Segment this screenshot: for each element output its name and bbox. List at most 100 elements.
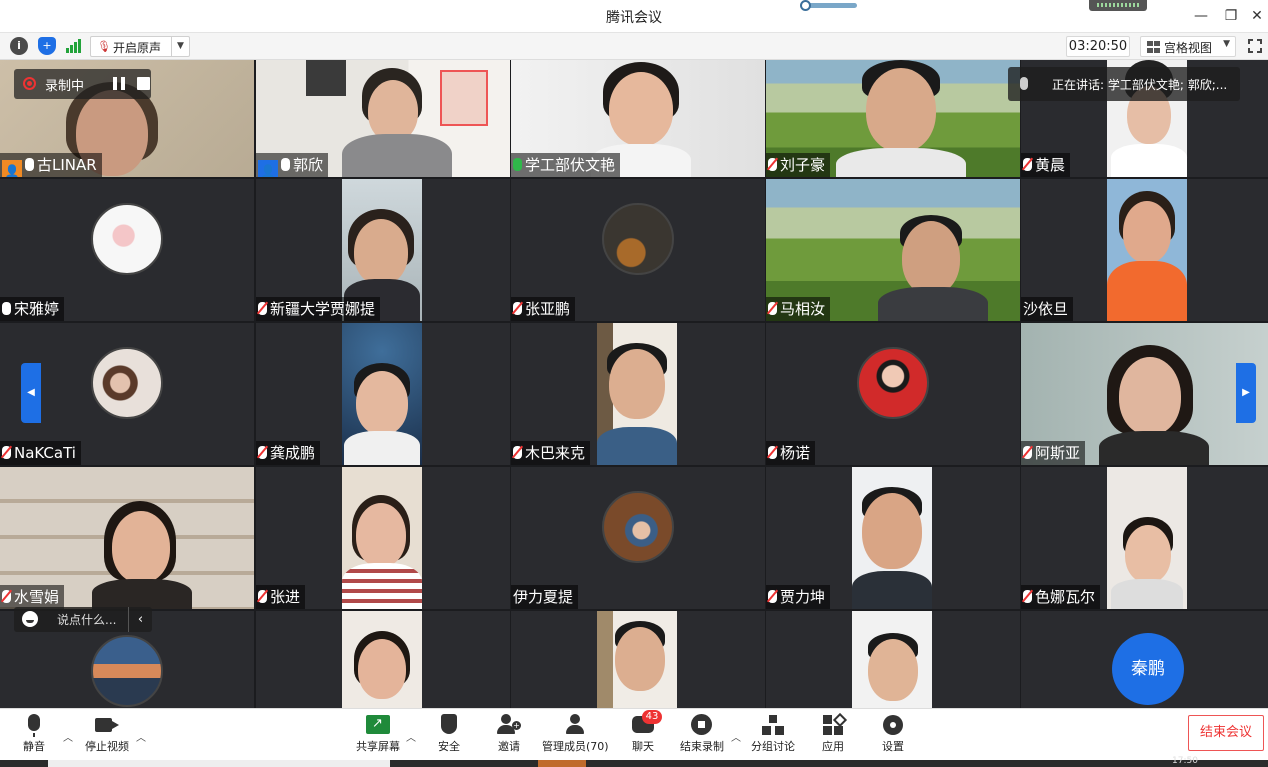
video-tile[interactable]: 龚成鹏 [256, 323, 510, 465]
volume-slider-knob[interactable] [800, 0, 811, 11]
apps-icon [823, 715, 843, 735]
video-tile[interactable]: 马相汝 [766, 179, 1020, 321]
apps-button[interactable]: 应用 [818, 713, 848, 759]
video-tile[interactable]: 刘子豪 [766, 60, 1020, 177]
mic-muted-icon [513, 446, 522, 459]
chevron-up-icon[interactable]: ︿ [136, 729, 146, 744]
end-recording-button[interactable]: 结束录制 [678, 713, 726, 759]
video-tile[interactable]: 张进 [256, 467, 510, 609]
video-tile[interactable]: 新疆大学贾娜提 [256, 179, 510, 321]
original-sound-button[interactable]: 🎙 开启原声 ▼ [90, 36, 190, 57]
mic-muted-icon: 🎙 [97, 40, 111, 53]
previous-page-button[interactable]: ◀ [21, 363, 41, 423]
mic-muted-icon [2, 590, 11, 603]
participant-avatar [91, 635, 163, 707]
stop-video-button[interactable]: 停止视频 [82, 713, 132, 759]
view-mode-label: 宫格视图 [1164, 41, 1213, 55]
stop-icon[interactable] [137, 77, 150, 90]
participant-name-label: 学工部伏文艳 [511, 153, 621, 177]
mic-muted-icon [513, 302, 522, 315]
participant-name-label: 阿斯亚 [1021, 441, 1086, 465]
breakout-rooms-button[interactable]: 分组讨论 [750, 713, 796, 759]
collapse-chevron-icon[interactable]: ‹ [128, 607, 152, 632]
mic-icon [25, 158, 34, 171]
close-icon[interactable]: ✕ [1246, 6, 1268, 26]
participant-avatar [91, 347, 163, 419]
share-screen-button[interactable]: 共享屏幕 [354, 713, 402, 759]
meeting-info-bar: i + 🎙 开启原声 ▼ 03:20:50 宫格视图 ▼ [0, 33, 1268, 60]
security-shield-icon [441, 714, 457, 734]
mic-icon [281, 158, 290, 171]
participant-name-label: 杨诺 [766, 441, 816, 465]
video-tile[interactable]: 阿斯亚 [1021, 323, 1268, 465]
participant-initials-avatar[interactable]: 秦鹏 [1112, 633, 1184, 705]
video-tile[interactable]: 水雪娟 [0, 467, 254, 609]
participant-name-label: 木巴来克 [511, 441, 591, 465]
title-bar: 腾讯会议 — ❐ ✕ [0, 0, 1268, 33]
participant-name-label: 龚成鹏 [256, 441, 321, 465]
original-sound-label: 开启原声 [113, 41, 162, 55]
shield-icon[interactable]: + [38, 37, 56, 55]
video-tile[interactable]: 色娜瓦尔 [1021, 467, 1268, 609]
video-tile[interactable]: 伊力夏提 [511, 467, 765, 609]
video-tile[interactable] [511, 611, 765, 708]
pause-icon[interactable] [113, 77, 125, 90]
chevron-down-icon[interactable]: ▼ [171, 37, 189, 56]
minimize-icon[interactable]: — [1190, 6, 1212, 26]
end-meeting-button[interactable]: 结束会议 [1188, 715, 1264, 751]
recording-label: 录制中 [45, 79, 85, 94]
chevron-up-icon[interactable]: ︿ [406, 729, 416, 744]
fullscreen-icon[interactable] [1248, 39, 1262, 53]
invite-person-icon [497, 714, 515, 734]
participant-name-label: NaKCaTi [0, 441, 81, 465]
participant-avatar [857, 347, 929, 419]
participant-name-label: 宋雅婷 [0, 297, 65, 321]
participant-name-label: 刘子豪 [766, 153, 831, 177]
video-tile[interactable]: 沙依旦 [1021, 179, 1268, 321]
participant-name-label: 色娜瓦尔 [1021, 585, 1101, 609]
mic-muted-icon [1023, 590, 1032, 603]
mic-muted-icon [768, 590, 777, 603]
participant-name-label: 黄晨 [1021, 153, 1071, 177]
share-screen-icon [366, 715, 390, 734]
manage-members-button[interactable]: 管理成员(70) [542, 713, 609, 759]
chat-input-placeholder[interactable]: 说点什么... [57, 611, 116, 628]
video-tile[interactable] [766, 611, 1020, 708]
video-grid: 👤 古LINAR 👤 郭欣 学工部伏文艳 刘子豪 黄晨 宋雅婷 新疆大学贾娜提 … [0, 60, 1268, 708]
active-speaker-banner: 正在讲话: 学工部伏文艳; 郭欣;... [1008, 67, 1240, 101]
participant-name-label: 张进 [256, 585, 306, 609]
chevron-up-icon[interactable]: ︿ [731, 729, 741, 744]
restore-icon[interactable]: ❐ [1220, 6, 1242, 26]
video-tile[interactable] [256, 611, 510, 708]
settings-button[interactable]: 设置 [878, 713, 908, 759]
chevron-up-icon[interactable]: ︿ [63, 729, 73, 744]
video-tile[interactable]: 杨诺 [766, 323, 1020, 465]
mic-muted-icon [258, 302, 267, 315]
participant-name-label: 👤 古LINAR [0, 153, 102, 177]
taskbar-clock: 17:50 [1172, 756, 1198, 766]
video-tile-active-speaker[interactable]: 学工部伏文艳 [511, 60, 765, 177]
mute-button[interactable]: 静音 [14, 713, 54, 759]
invite-button[interactable]: + 邀请 [492, 713, 526, 759]
camera-icon [95, 718, 119, 732]
meeting-timer: 03:20:50 [1066, 36, 1130, 57]
next-page-button[interactable]: ▶ [1236, 363, 1256, 423]
video-tile[interactable]: 👤 郭欣 [256, 60, 510, 177]
video-tile[interactable]: 木巴来克 [511, 323, 765, 465]
video-tile[interactable]: 宋雅婷 [0, 179, 254, 321]
security-button[interactable]: 安全 [432, 713, 466, 759]
video-tile[interactable]: 贾力坤 [766, 467, 1020, 609]
chat-input-bar[interactable]: 说点什么... ‹ [14, 607, 152, 632]
emoji-icon[interactable] [22, 611, 38, 627]
info-icon[interactable]: i [10, 37, 28, 55]
view-mode-button[interactable]: 宫格视图 ▼ [1140, 36, 1236, 57]
participant-avatar [602, 491, 674, 563]
mic-speaking-icon [513, 158, 522, 171]
signal-icon[interactable] [66, 39, 82, 53]
video-tile[interactable]: 张亚鹏 [511, 179, 765, 321]
record-dot-icon [23, 77, 36, 90]
members-icon [566, 714, 584, 734]
volume-slider[interactable] [800, 0, 857, 11]
grid-icon [1147, 41, 1160, 53]
host-badge-icon: 👤 [2, 160, 22, 177]
